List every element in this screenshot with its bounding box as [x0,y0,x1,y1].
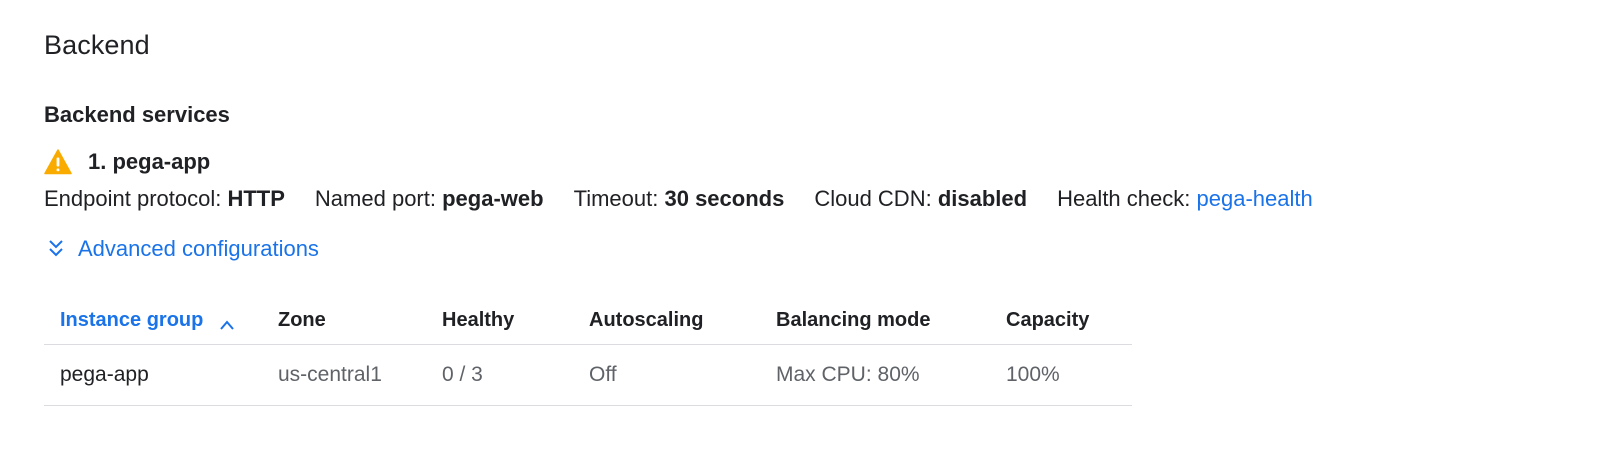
warning-icon [44,149,72,175]
cell-capacity: 100% [1006,344,1132,406]
table-header-row: Instance group Zone Healthy Autoscaling … [44,296,1132,345]
cell-balancing-mode: Max CPU: 80% [776,344,1006,406]
health-check-link[interactable]: pega-health [1197,186,1313,211]
cell-autoscaling: Off [589,344,776,406]
cell-zone: us-central1 [278,344,442,406]
column-header-instance-group-label: Instance group [60,308,204,331]
cloud-cdn-label: Cloud CDN: [814,186,932,211]
timeout-value: 30 seconds [664,186,785,211]
timeout-label: Timeout: [573,186,659,211]
double-chevron-down-icon [46,238,66,260]
cell-healthy: 0 / 3 [442,344,589,406]
instance-group-table: Instance group Zone Healthy Autoscaling … [44,296,1132,406]
backend-services-heading: Backend services [44,102,230,127]
cell-instance-group: pega-app [44,344,278,406]
column-header-instance-group[interactable]: Instance group [44,296,278,345]
backend-panel: Backend Backend services 1. pega-app End… [44,0,1622,468]
endpoint-protocol-label: Endpoint protocol: [44,186,222,211]
endpoint-protocol-value: HTTP [227,186,285,211]
sort-ascending-icon [219,314,235,330]
column-header-zone[interactable]: Zone [278,296,442,345]
column-header-capacity[interactable]: Capacity [1006,296,1132,345]
table-row: pega-app us-central1 0 / 3 Off Max CPU: … [44,344,1132,406]
advanced-configurations-toggle[interactable]: Advanced configurations [46,236,319,262]
column-header-autoscaling[interactable]: Autoscaling [589,296,776,345]
backend-service-properties: Endpoint protocol: HTTP Named port: pega… [44,186,1343,212]
named-port-label: Named port: [314,186,436,211]
column-header-healthy[interactable]: Healthy [442,296,589,345]
backend-service-header: 1. pega-app [44,146,210,178]
column-header-balancing-mode[interactable]: Balancing mode [776,296,1006,345]
timeout-property: Timeout: 30 seconds [574,186,785,212]
named-port-property: Named port: pega-web [315,186,544,212]
backend-service-name: 1. pega-app [88,149,211,174]
health-check-label: Health check: [1057,186,1191,211]
section-title: Backend [44,30,150,60]
advanced-configurations-label: Advanced configurations [78,236,319,261]
endpoint-protocol-property: Endpoint protocol: HTTP [44,186,285,212]
named-port-value: pega-web [442,186,544,211]
health-check-property: Health check: pega-health [1057,186,1313,212]
cloud-cdn-value: disabled [937,186,1028,211]
cloud-cdn-property: Cloud CDN: disabled [814,186,1027,212]
